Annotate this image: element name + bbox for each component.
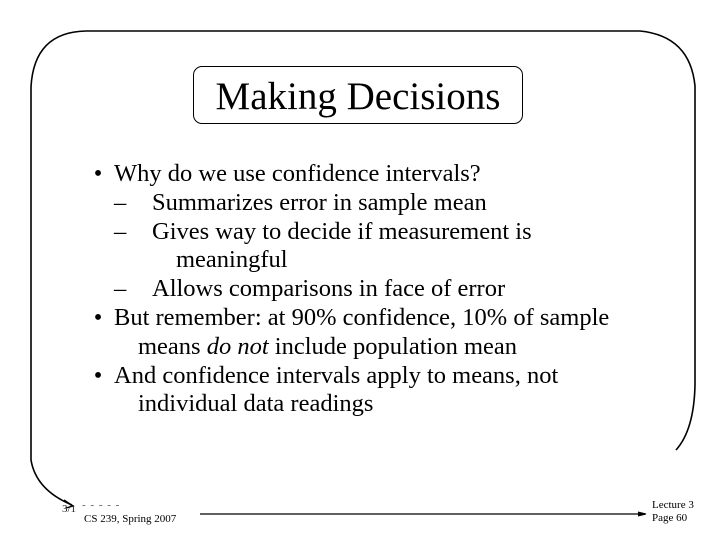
- footer-page: Page 60: [652, 512, 688, 524]
- bullet-icon: •: [93, 361, 103, 389]
- footer-lecture-info: Lecture 3 Page 60: [652, 499, 694, 525]
- sub-bullet-text: Gives way to decide if measurement is: [152, 217, 532, 245]
- sub-bullet-item: – Summarizes error in sample mean: [84, 189, 704, 218]
- slide-title: Making Decisions: [215, 74, 501, 118]
- dash-icon: –: [114, 188, 127, 216]
- bullet-item: • Why do we use confidence intervals?: [84, 160, 704, 189]
- dash-icon: –: [114, 275, 127, 303]
- sub-bullet-text: Summarizes error in sample mean: [152, 188, 487, 216]
- bullet-item: • But remember: at 90% confidence, 10% o…: [84, 304, 704, 333]
- frame-border-left: [30, 87, 73, 506]
- arrow-head-right: [637, 511, 647, 517]
- footer-course: CS 239, Spring 2007: [84, 513, 177, 525]
- bullet-text: individual data readings: [138, 390, 374, 418]
- bullet-text: Why do we use confidence intervals?: [114, 160, 481, 187]
- title-box: Making Decisions: [193, 66, 523, 124]
- slide-content: • Why do we use confidence intervals? – …: [84, 160, 704, 419]
- bullet-text: include population mean: [268, 332, 517, 360]
- dash-icon: –: [114, 217, 127, 245]
- sub-bullet-text: meaningful: [176, 246, 288, 274]
- footer-date: 3/1: [62, 503, 77, 515]
- bullet-text: means: [138, 332, 207, 360]
- bullet-continuation: means do not include population mean: [84, 333, 704, 362]
- sub-bullet-item: – Gives way to decide if measurement is: [84, 218, 704, 247]
- emphasis-text: do not: [206, 332, 269, 360]
- bullet-icon: •: [93, 303, 103, 331]
- sub-bullet-item: – Allows comparisons in face of error: [84, 275, 704, 304]
- bullet-text: And confidence intervals apply to means,…: [114, 361, 559, 389]
- footer-lecture: Lecture 3: [652, 499, 694, 511]
- bullet-item: • And confidence intervals apply to mean…: [84, 362, 704, 391]
- sub-bullet-continuation: meaningful: [84, 246, 704, 275]
- sub-bullet-text: Allows comparisons in face of error: [152, 275, 506, 303]
- bullet-icon: •: [93, 160, 103, 187]
- bullet-continuation: individual data readings: [84, 390, 704, 419]
- footer-date-dashes: - - - - -: [82, 499, 121, 511]
- bullet-text: But remember: at 90% confidence, 10% of …: [114, 303, 610, 331]
